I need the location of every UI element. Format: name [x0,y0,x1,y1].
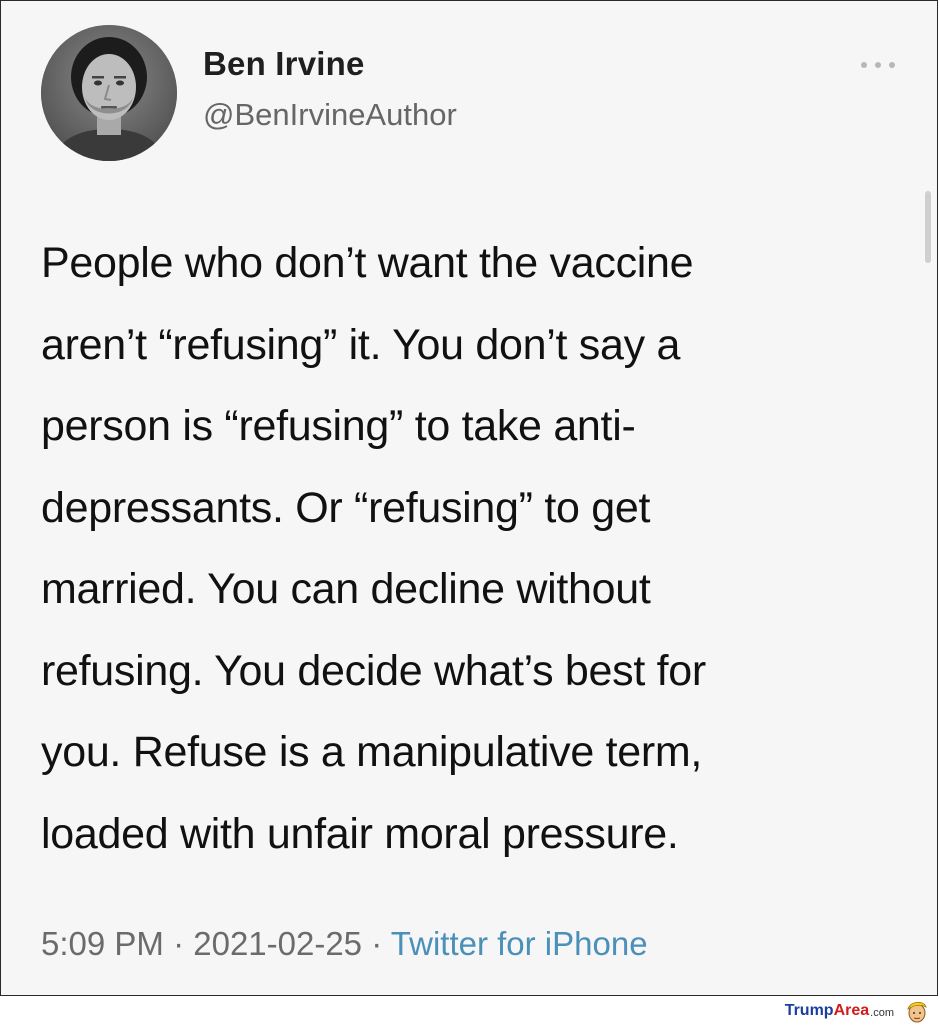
meta-separator: · [163,925,194,962]
tweet-text-line: person is “refusing” to take anti- [41,402,636,450]
tweet-text: People who don’t want the vaccine aren’t… [41,223,891,875]
meta-separator: · [362,925,391,962]
trump-face-icon [906,999,928,1023]
tweet-card: Ben Irvine @BenIrvineAuthor People who d… [0,0,938,996]
avatar[interactable] [41,25,177,161]
tweet-source-link[interactable]: Twitter for iPhone [391,925,648,962]
tweet-text-line: aren’t “refusing” it. You don’t say a [41,320,681,369]
watermark-text-com: .com [870,1007,894,1019]
watermark-text-trump: Trump [784,1002,834,1019]
author-handle[interactable]: @BenIrvineAuthor [203,97,457,133]
watermark-text-area: Area [833,1002,870,1019]
tweet-date[interactable]: 2021-02-25 [193,925,362,962]
tweet-text-line: married. You can decline without [41,565,651,613]
tweet-time[interactable]: 5:09 PM [41,925,164,962]
more-horizontal-icon [861,62,867,68]
tweet-text-line: People who don’t want the vaccine [41,239,694,287]
author-display-name[interactable]: Ben Irvine [203,45,365,83]
tweet-text-line: refusing. You decide what’s best for [41,646,706,695]
more-horizontal-icon-dot [889,62,895,68]
more-options-button[interactable] [861,57,895,73]
avatar-photo [41,25,177,161]
tweet-text-line: loaded with unfair moral pressure. [41,809,679,858]
tweet-text-line: depressants. Or “refusing” to get [41,483,651,532]
watermark: Trump Area .com [785,998,928,1024]
tweet-text-line: you. Refuse is a manipulative term, [41,728,703,776]
more-horizontal-icon-dot [875,62,881,68]
tweet-metadata: 5:09 PM · 2021-02-25 · Twitter for iPhon… [41,925,648,963]
scrollbar-thumb[interactable] [925,191,931,263]
